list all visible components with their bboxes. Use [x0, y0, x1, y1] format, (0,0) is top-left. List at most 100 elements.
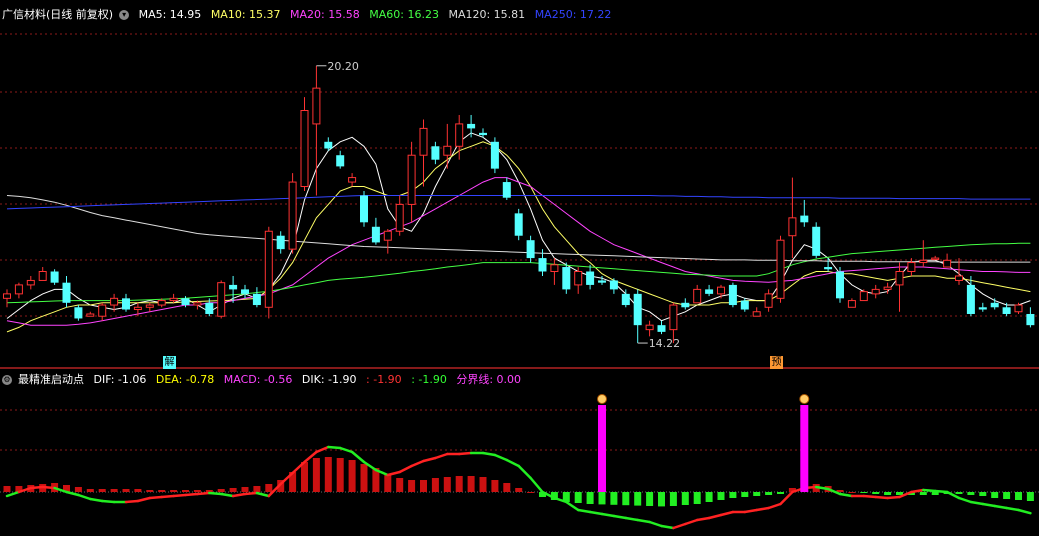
macd-bar	[158, 490, 166, 492]
candle-body	[1002, 307, 1011, 314]
candle-body	[502, 182, 511, 198]
stock-title: 广信材料(日线 前复权)	[2, 8, 114, 21]
candle-body	[3, 293, 11, 299]
candle-body	[562, 267, 571, 290]
macd-bar	[265, 484, 273, 492]
dif-segment	[993, 504, 1008, 510]
dif-segment	[767, 502, 782, 510]
candle-body	[348, 177, 357, 183]
chart-canvas[interactable]: 20.20 14.22	[0, 0, 1039, 536]
macd-bar	[110, 489, 118, 492]
dif-segment	[886, 495, 901, 500]
candle-body	[907, 262, 916, 272]
macd-bar	[1026, 492, 1034, 501]
dif-segment	[981, 502, 996, 508]
candle-body	[740, 300, 749, 310]
macd-bar	[408, 480, 416, 492]
candle-body	[550, 264, 559, 272]
candle-body	[490, 141, 499, 169]
candle-body	[681, 302, 690, 308]
macd-bar	[312, 458, 320, 492]
dif-segment	[386, 470, 401, 477]
candle-body	[836, 271, 844, 299]
macd-bar	[610, 492, 618, 505]
indicator-item: : -1.90	[366, 373, 402, 386]
dif-segment	[957, 496, 973, 504]
candle-body	[122, 298, 130, 310]
dif-segment	[648, 520, 663, 528]
candle-body	[145, 304, 154, 308]
candle-body	[883, 286, 892, 290]
dif-segment	[624, 516, 639, 522]
macd-bar	[134, 489, 142, 492]
dif-segment	[255, 491, 271, 498]
candle-body	[455, 123, 464, 147]
dif-segment	[660, 524, 675, 530]
macd-bar	[241, 487, 249, 492]
dif-segment	[124, 499, 140, 504]
indicator-item: : -1.90	[411, 373, 447, 386]
candle-body	[657, 325, 666, 332]
dif-segment	[743, 508, 758, 514]
dif-segment	[410, 459, 425, 468]
hand-pointer-icon	[597, 394, 607, 404]
unlock-tag[interactable]: 解	[163, 356, 176, 369]
macd-bar	[729, 492, 737, 498]
dif-segment	[684, 518, 699, 526]
macd-bar	[598, 492, 606, 505]
candle-body	[788, 217, 797, 237]
candle-body	[360, 195, 368, 223]
macd-bar	[646, 492, 654, 506]
candle-body	[98, 304, 107, 317]
macd-bar	[1015, 492, 1022, 500]
candle-body	[978, 307, 987, 310]
settings-icon[interactable]: ⚙	[2, 375, 12, 385]
macd-bar	[503, 483, 511, 492]
dif-segment	[422, 456, 437, 463]
candle-body	[919, 259, 928, 264]
macd-bar	[253, 486, 261, 492]
candle-body	[443, 145, 452, 156]
candle-body	[252, 293, 261, 306]
dif-segment	[1017, 508, 1032, 515]
candle-body	[371, 226, 380, 243]
candle-body	[847, 300, 856, 308]
hand-pointer-icon	[799, 394, 810, 404]
dif-segment	[219, 492, 235, 498]
dif-segment	[1005, 506, 1020, 512]
candle-body	[598, 280, 606, 283]
macd-bar	[74, 487, 82, 492]
macd-bar	[431, 478, 439, 492]
macd-bar	[479, 477, 487, 492]
dif-segment	[933, 489, 949, 494]
macd-bar	[979, 492, 987, 496]
dif-segment	[565, 500, 580, 512]
indicator-item: DIK: -1.90	[301, 373, 357, 386]
macd-bar	[146, 490, 154, 492]
candle-body	[133, 306, 142, 311]
candle-body	[431, 146, 440, 160]
dif-segment	[505, 458, 520, 468]
candle-body	[288, 181, 297, 250]
macd-bar	[967, 492, 975, 495]
candle-body	[871, 288, 880, 295]
kline-chart-window: 20.20 14.22 广信材料(日线 前复权) ▾ MA5: 14.95 MA10…	[0, 0, 1039, 536]
candle-body	[526, 240, 535, 259]
macd-bar	[622, 492, 630, 506]
candle-body	[336, 155, 345, 167]
macd-bar	[420, 480, 427, 492]
chevron-down-icon[interactable]: ▾	[119, 10, 130, 20]
candle-body	[728, 284, 737, 306]
macd-bar	[324, 457, 332, 492]
ma-item: MA120: 15.81	[448, 8, 526, 21]
dif-segment	[529, 476, 544, 494]
dif-segment	[517, 464, 532, 480]
candle-body	[776, 239, 785, 299]
candle-body	[645, 324, 654, 331]
candle-body	[931, 257, 940, 261]
candle-body	[955, 275, 963, 281]
candle-body	[300, 110, 309, 188]
macd-bar	[860, 492, 868, 493]
forecast-tag[interactable]: 预	[770, 356, 783, 369]
macd-bar	[3, 486, 11, 492]
